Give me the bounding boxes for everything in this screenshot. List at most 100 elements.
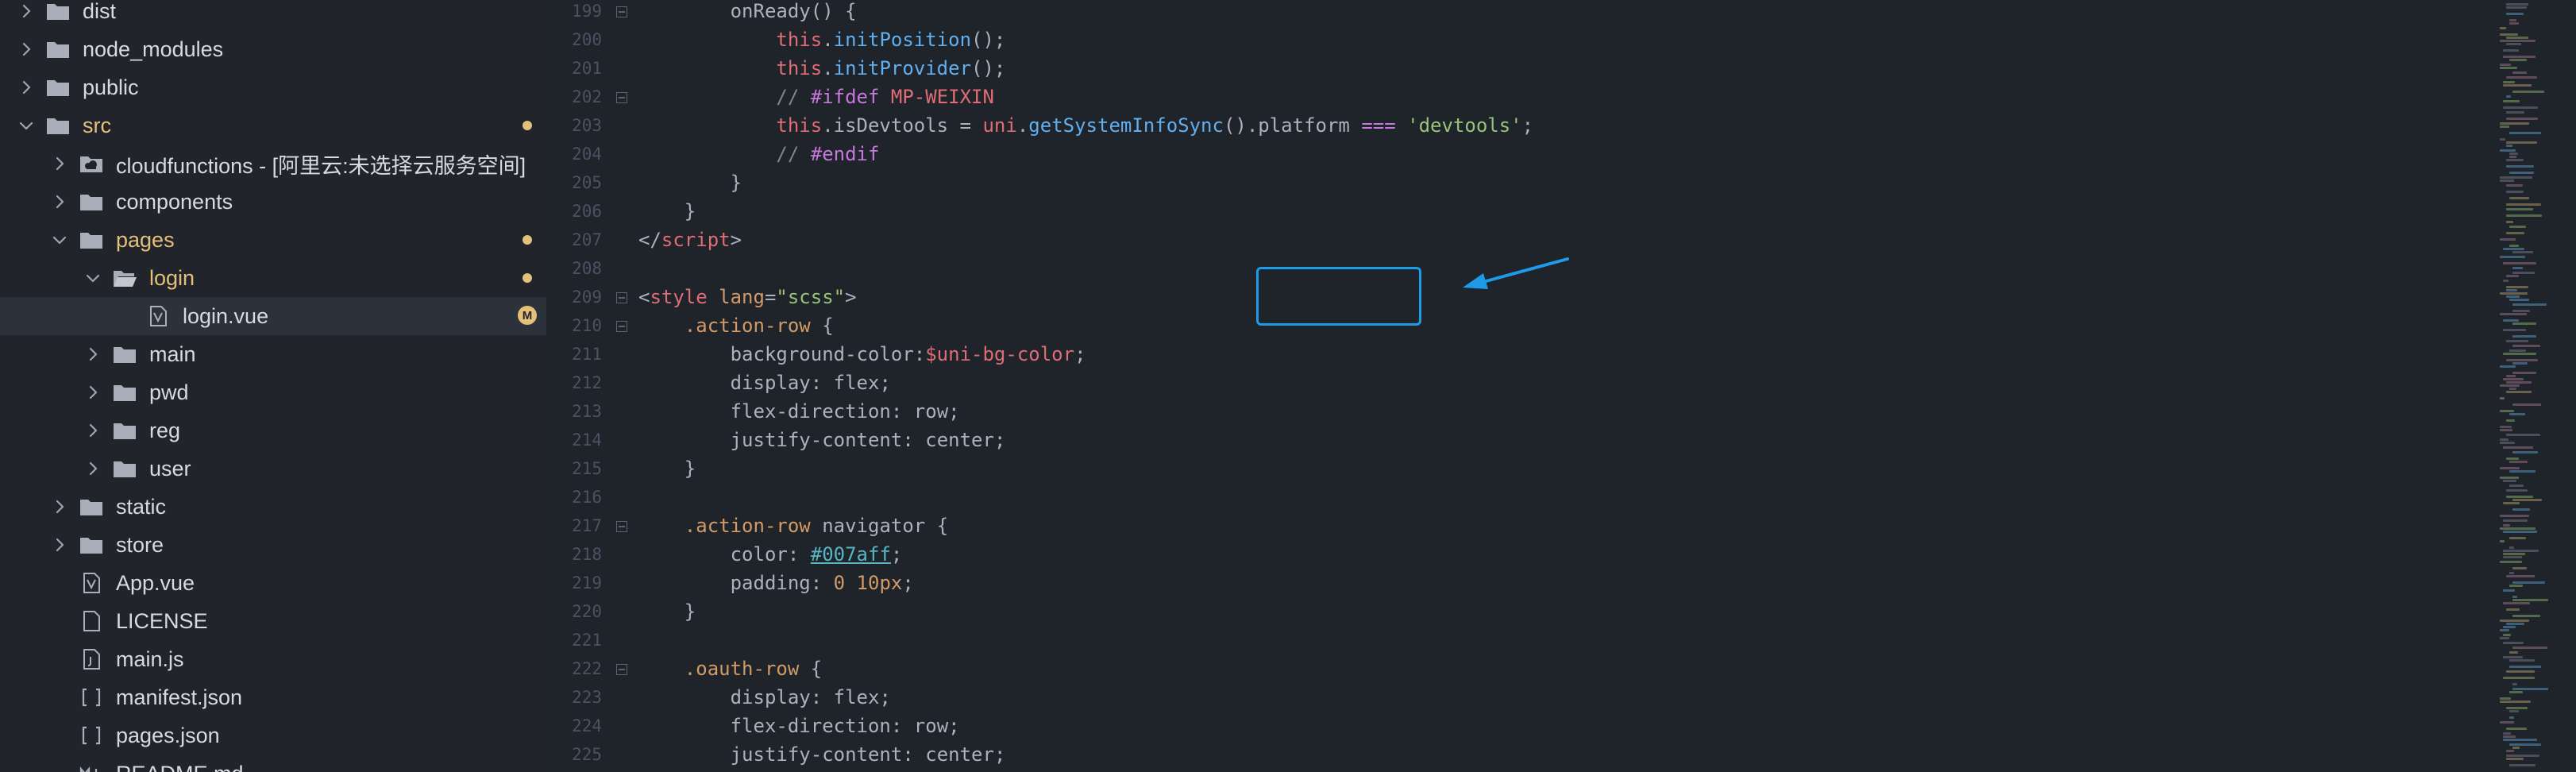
minimap[interactable] [2493,0,2576,772]
code-line[interactable]: 204 // #endif [559,140,2497,168]
code-token: onReady() { [638,0,857,22]
code-line[interactable]: 216 [559,483,2497,511]
folder-icon [44,114,71,137]
tree-item-reg[interactable]: reg [0,411,546,450]
minimap-line [2509,461,2528,463]
minimap-line [2503,49,2519,52]
chevron-right-icon[interactable] [49,191,70,212]
line-number: 216 [572,488,602,507]
tree-item-src[interactable]: src [0,106,546,145]
code-line[interactable]: 203 this.isDevtools = uni.getSystemInfoS… [559,111,2497,140]
code-line[interactable]: 202 // #ifdef MP-WEIXIN [559,83,2497,111]
tree-item-license[interactable]: LICENSE [0,602,546,640]
line-number: 199 [572,2,602,21]
chevron-right-icon[interactable] [49,496,70,517]
code-line[interactable]: 212 display: flex; [559,369,2497,397]
tree-item-pwd[interactable]: pwd [0,373,546,411]
code-line[interactable]: 221 [559,626,2497,654]
minimap-line [2503,502,2520,504]
code-line[interactable]: 222 .oauth-row { [559,654,2497,683]
code-line[interactable]: 224 flex-direction: row; [559,712,2497,740]
tree-item-store[interactable]: store [0,526,546,564]
tree-item-main[interactable]: main [0,335,546,373]
chevron-right-icon[interactable] [83,382,103,403]
minimap-line [2503,634,2511,636]
code-line[interactable]: 201 this.initProvider(); [559,54,2497,83]
fold-toggle-icon[interactable] [616,6,627,17]
code-text: } [638,197,696,226]
code-line[interactable]: 215 } [559,454,2497,483]
tree-item-login[interactable]: login [0,259,546,297]
chevron-right-icon[interactable] [83,344,103,365]
tree-item-main-js[interactable]: main.js [0,640,546,678]
code-line[interactable]: 220 } [559,597,2497,626]
code-line[interactable]: 199 onReady() { [559,0,2497,25]
line-number: 218 [572,545,602,564]
fold-toggle-icon[interactable] [616,321,627,332]
tree-item-manifest-json[interactable]: manifest.json [0,678,546,716]
code-token: ; [1074,343,1086,365]
minimap-line [2500,122,2529,125]
tree-item-user[interactable]: user [0,450,546,488]
tree-item-label: cloudfunctions - [阿里云:未选择云服务空间] [116,153,526,178]
minimap-line [2512,599,2548,601]
chevron-right-icon[interactable] [49,153,70,174]
tree-item-readme-md[interactable]: README.md [0,755,546,772]
fold-toggle-icon[interactable] [616,292,627,303]
fold-toggle-icon[interactable] [616,521,627,532]
tree-item-node-modules[interactable]: node_modules [0,30,546,68]
chevron-right-icon[interactable] [83,420,103,441]
code-line[interactable]: 211 background-color:$uni-bg-color; [559,340,2497,369]
chevron-right-icon[interactable] [16,1,37,21]
chevron-down-icon[interactable] [83,268,103,288]
chevron-right-icon[interactable] [16,77,37,98]
line-number: 214 [572,430,602,450]
fold-toggle-icon[interactable] [616,92,627,103]
chevron-down-icon[interactable] [49,230,70,250]
chevron-down-icon[interactable] [16,115,37,136]
code-line[interactable]: 214 justify-content: center; [559,426,2497,454]
tree-item-pages[interactable]: pages [0,221,546,259]
tree-item-cloudfunctions[interactable]: cloudfunctions - [阿里云:未选择云服务空间] [0,145,546,183]
code-line[interactable]: 217 .action-row navigator { [559,511,2497,540]
chevron-right-icon[interactable] [16,39,37,60]
line-number: 207 [572,230,602,249]
code-line[interactable]: 219 padding: 0 10px; [559,569,2497,597]
code-token: : [810,572,834,594]
fold-toggle-icon[interactable] [616,664,627,675]
code-line[interactable]: 206 } [559,197,2497,226]
code-line[interactable]: 200 this.initPosition(); [559,25,2497,54]
minimap-line [2500,64,2511,66]
modified-dot-icon [523,121,532,130]
minimap-line [2509,59,2527,61]
tree-item-app-vue[interactable]: App.vue [0,564,546,602]
code-token: === [1361,114,1396,137]
code-token: script [661,229,731,251]
code-line[interactable]: 218 color: #007aff; [559,540,2497,569]
tree-item-dist[interactable]: dist [0,0,546,30]
tree-item-public[interactable]: public [0,68,546,106]
minimap-line [2509,659,2535,662]
code-token: : flex; [810,372,891,394]
chevron-right-icon[interactable] [83,458,103,479]
tree-item-static[interactable]: static [0,488,546,526]
code-line[interactable]: 205 } [559,168,2497,197]
tree-item-login-vue[interactable]: login.vue M [0,297,546,335]
minimap-line [2506,758,2524,760]
tree-item-label: store [116,532,164,557]
tree-item-pages-json[interactable]: pages.json [0,716,546,755]
code-editor[interactable]: 225 justify-content: center; 224 flex-dir… [559,0,2497,772]
tree-item-components[interactable]: components [0,183,546,221]
code-line[interactable]: 225 justify-content: center; [559,740,2497,769]
code-line[interactable]: 207 </script> [559,226,2497,254]
code-line[interactable]: 223 display: flex; [559,683,2497,712]
chevron-right-icon[interactable] [49,535,70,555]
line-number: 219 [572,573,602,593]
tree-item-label: login [149,265,195,290]
code-line[interactable]: 213 flex-direction: row; [559,397,2497,426]
folder-icon [111,380,138,404]
minimap-line [2512,567,2527,569]
code-line[interactable]: 210 .action-row { [559,311,2497,340]
minimap-line [2509,19,2516,21]
